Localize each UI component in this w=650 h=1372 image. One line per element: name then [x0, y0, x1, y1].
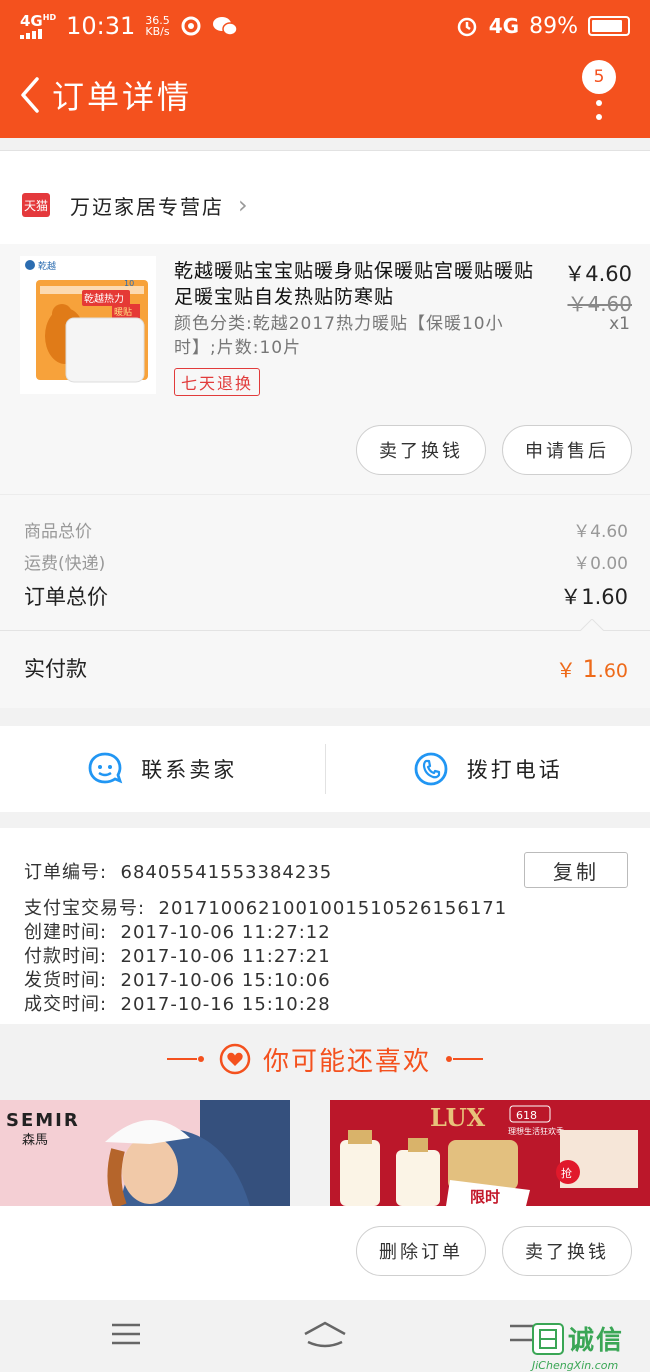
copy-order-number-button[interactable]: 复制 — [524, 852, 628, 888]
svg-text:SEMIR: SEMIR — [6, 1110, 80, 1131]
paid-time-line: 付款时间: 2017-10-06 11:27:21 — [24, 946, 331, 967]
message-count-badge: 5 — [582, 60, 616, 94]
contact-seller-label: 联系卖家 — [141, 758, 238, 782]
product-original-price: ￥4.60 — [567, 292, 632, 316]
product-thumbnail-art: 乾越 乾越热力 暖贴 10 — [20, 256, 156, 394]
more-menu-button[interactable]: 5 — [582, 60, 624, 124]
shipping-label: 运费(快递) — [24, 554, 106, 574]
phone-icon — [414, 752, 448, 786]
tmall-icon: 天猫 — [22, 193, 50, 217]
return-policy-tag: 七天退换 — [174, 368, 261, 396]
svg-text:限时: 限时 — [470, 1188, 500, 1206]
shipping-value: ￥0.00 — [573, 554, 628, 574]
created-time-line: 创建时间: 2017-10-06 11:27:12 — [24, 922, 331, 943]
svg-text:LUX: LUX — [430, 1103, 485, 1132]
call-label: 拨打电话 — [466, 758, 563, 782]
right-deco-line-icon — [446, 1056, 483, 1062]
product-price: ￥4.60 — [564, 262, 632, 286]
svg-text:抢: 抢 — [561, 1166, 572, 1180]
store-row[interactable]: 天猫 万迈家居专营店 › — [0, 166, 650, 244]
product-quantity: x1 — [609, 314, 630, 334]
store-name: 万迈家居专营店 — [70, 194, 224, 219]
network-4g: 4G — [488, 14, 520, 38]
sell-bottom-button[interactable]: 卖了换钱 — [502, 1226, 632, 1276]
paid-value: ￥ 1.60 — [555, 654, 628, 683]
product-name[interactable]: 乾越暖贴宝宝贴暖身贴保暖贴宫暖贴暖贴足暖宝贴自发热贴防寒贴 — [174, 258, 544, 310]
watermark-url: JiChengXin.com — [532, 1359, 619, 1372]
svg-text:理想生活狂欢季: 理想生活狂欢季 — [508, 1126, 564, 1136]
order-total-value: ￥1.60 — [560, 585, 628, 609]
ad-lux-art: LUX 618 理想生活狂欢季 抢 限时 — [330, 1100, 650, 1206]
svg-text:暖贴: 暖贴 — [114, 306, 132, 318]
call-button[interactable]: 拨打电话 — [326, 726, 650, 812]
product-block: 乾越 乾越热力 暖贴 10 乾越暖贴宝宝贴暖身贴保暖贴宫暖贴暖贴足暖宝贴自发热贴… — [0, 244, 650, 494]
battery-icon — [588, 16, 630, 36]
heart-icon — [219, 1043, 251, 1075]
recommend-header: 你可能还喜欢 — [0, 1028, 650, 1090]
ad-semir-art: SEMIR 森馬 — [0, 1100, 290, 1206]
contact-seller-button[interactable]: 联系卖家 — [0, 726, 325, 812]
product-spec: 颜色分类:乾越2017热力暖贴【保暖10小时】;片数:10片 — [174, 314, 504, 358]
signal-indicator: 4GHD — [20, 13, 56, 39]
order-info: 订单编号: 68405541553384235 复制 支付宝交易号: 20171… — [0, 828, 650, 1024]
after-sale-button[interactable]: 申请售后 — [502, 425, 632, 475]
top-divider — [0, 150, 650, 166]
chevron-right-icon: › — [238, 191, 248, 219]
svg-text:乾越热力: 乾越热力 — [84, 292, 124, 305]
completed-time-line: 成交时间: 2017-10-16 15:10:28 — [24, 994, 331, 1015]
paid-label: 实付款 — [24, 657, 87, 681]
status-bar: 4GHD 10:31 36.5 KB/s 4G 89% — [0, 0, 650, 52]
signal-bars-icon — [20, 28, 42, 39]
more-dot-icon — [596, 100, 602, 106]
goods-total-value: ￥4.60 — [573, 522, 628, 542]
battery-percent: 89% — [529, 13, 578, 39]
alarm-icon — [457, 17, 476, 37]
order-number-line: 订单编号: 68405541553384235 — [24, 862, 333, 883]
svg-text:乾越: 乾越 — [38, 260, 56, 272]
recommend-ads: SEMIR 森馬 LUX 618 理想生活狂欢季 抢 限时 — [0, 1100, 650, 1206]
net-speed: 36.5 KB/s — [145, 14, 170, 38]
svg-text:618: 618 — [516, 1109, 537, 1122]
alipay-number-line: 支付宝交易号: 2017100621001001510526156171 — [24, 898, 508, 919]
page-title: 订单详情 — [52, 78, 193, 116]
chat-bubble-icon — [88, 752, 123, 784]
goods-total-label: 商品总价 — [24, 522, 92, 542]
watermark: 诚信 JiChengXin.com — [532, 1320, 650, 1372]
svg-text:10: 10 — [124, 279, 134, 288]
caret-up-icon — [580, 619, 604, 631]
menu-icon[interactable] — [110, 1322, 142, 1346]
title-bar: 订单详情 5 — [0, 52, 650, 138]
app-notification-icon — [181, 16, 201, 36]
shipped-time-line: 发货时间: 2017-10-06 15:10:06 — [24, 970, 331, 991]
ad-lux[interactable]: LUX 618 理想生活狂欢季 抢 限时 — [330, 1100, 650, 1206]
wechat-icon — [212, 17, 238, 36]
product-image[interactable]: 乾越 乾越热力 暖贴 10 — [20, 256, 156, 394]
price-summary: 商品总价 ￥4.60 运费(快递) ￥0.00 订单总价 ￥1.60 — [0, 494, 650, 630]
system-nav-bar: 诚信 JiChengXin.com — [0, 1300, 650, 1372]
watermark-logo-icon — [532, 1322, 564, 1355]
paid-amount-row: 实付款 ￥ 1.60 — [0, 619, 650, 708]
contact-row: 联系卖家 拨打电话 — [0, 726, 650, 812]
left-deco-line-icon — [166, 1056, 204, 1062]
more-dot-icon — [596, 114, 602, 120]
svg-text:森馬: 森馬 — [22, 1133, 48, 1148]
watermark-text: 诚信 — [568, 1326, 625, 1356]
sell-button[interactable]: 卖了换钱 — [356, 425, 486, 475]
bottom-action-bar: 删除订单 卖了换钱 — [0, 1206, 650, 1300]
order-total-label: 订单总价 — [24, 585, 108, 609]
delete-order-button[interactable]: 删除订单 — [356, 1226, 486, 1276]
back-button[interactable] — [10, 75, 50, 115]
home-icon[interactable] — [302, 1320, 348, 1350]
ad-semir[interactable]: SEMIR 森馬 — [0, 1100, 290, 1206]
recommend-title: 你可能还喜欢 — [262, 1046, 431, 1077]
order-number: 68405541553384235 — [120, 862, 333, 883]
clock: 10:31 — [66, 12, 136, 40]
back-arrow-icon — [21, 77, 39, 113]
